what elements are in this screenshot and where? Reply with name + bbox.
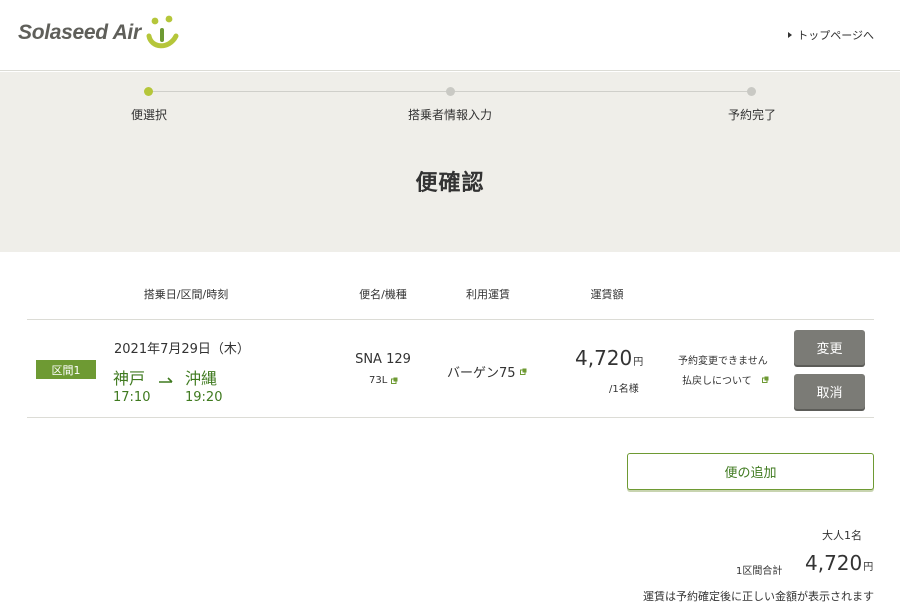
step-dot-3 (747, 87, 756, 96)
step-label-1: 便選択 (130, 108, 168, 122)
route-arrow-icon (159, 377, 173, 383)
progress-band: 便選択 搭乗者情報入力 予約完了 便確認 (0, 72, 900, 252)
top-page-link-label: トップページへ (797, 29, 874, 42)
cancel-button[interactable]: 取消 (794, 374, 865, 409)
segment-badge: 区間1 (36, 360, 96, 379)
external-link-icon (519, 368, 527, 375)
header-fare-type: 利用運賃 (466, 288, 510, 301)
top-page-link[interactable]: トップページへ (788, 27, 874, 43)
external-link-icon (761, 376, 769, 383)
flight-number: SNA 129 (355, 352, 411, 367)
header-fare-amount: 運賃額 (590, 288, 624, 301)
change-button[interactable]: 変更 (794, 330, 865, 365)
site-header: Solaseed Air トップページへ (0, 0, 900, 71)
refund-link[interactable]: 払戻しについて (682, 372, 769, 387)
total-price-unit: 円 (863, 562, 874, 573)
arrival-time: 19:20 (185, 390, 223, 405)
header-date-route-time: 搭乗日/区間/時刻 (143, 288, 229, 301)
fare-disclaimer: 運賃は予約確定後に正しい金額が表示されます (643, 590, 874, 603)
refund-link-label: 払戻しについて (682, 376, 752, 387)
fare-amount-value: 4,720 (575, 346, 633, 370)
add-flight-button[interactable]: 便の追加 (627, 453, 874, 490)
step-label-3: 予約完了 (727, 108, 777, 122)
aircraft-type: 73L (369, 375, 388, 386)
caret-right-icon (788, 32, 793, 38)
change-note: 予約変更できません (678, 356, 768, 367)
step-dot-1 (144, 87, 153, 96)
external-link-icon (391, 377, 398, 384)
page-title: 便確認 (415, 171, 485, 196)
arrival-city: 沖縄 (185, 369, 218, 388)
fare-type-link[interactable]: バーゲン75 (447, 362, 527, 381)
total-price: 4,720円 (805, 551, 873, 575)
solaseed-air-logo[interactable]: Solaseed Air (18, 14, 181, 52)
departure-time: 17:10 (113, 390, 151, 405)
per-person: /1名様 (609, 384, 639, 395)
fare-amount-unit: 円 (633, 357, 644, 368)
table-row: 区間1 2021年7月29日（木） 神戸 沖縄 17:10 19:20 SNA … (27, 319, 874, 418)
logo-text: Solaseed Air (18, 21, 141, 44)
departure-city: 神戸 (113, 369, 146, 388)
aircraft-type-link[interactable]: 73L (369, 375, 398, 386)
fare-amount: 4,720円 (575, 346, 643, 370)
header-flight-aircraft: 便名/機種 (359, 288, 407, 301)
step-dot-2 (446, 87, 455, 96)
passenger-count: 大人1名 (822, 529, 862, 542)
fare-type: バーゲン75 (447, 366, 516, 381)
total-price-value: 4,720 (805, 551, 863, 575)
boarding-date: 2021年7月29日（木） (114, 342, 250, 357)
step-label-2: 搭乗者情報入力 (407, 108, 493, 122)
total-label: 1区間合計 (736, 566, 783, 577)
logo-mark-icon (146, 15, 179, 49)
